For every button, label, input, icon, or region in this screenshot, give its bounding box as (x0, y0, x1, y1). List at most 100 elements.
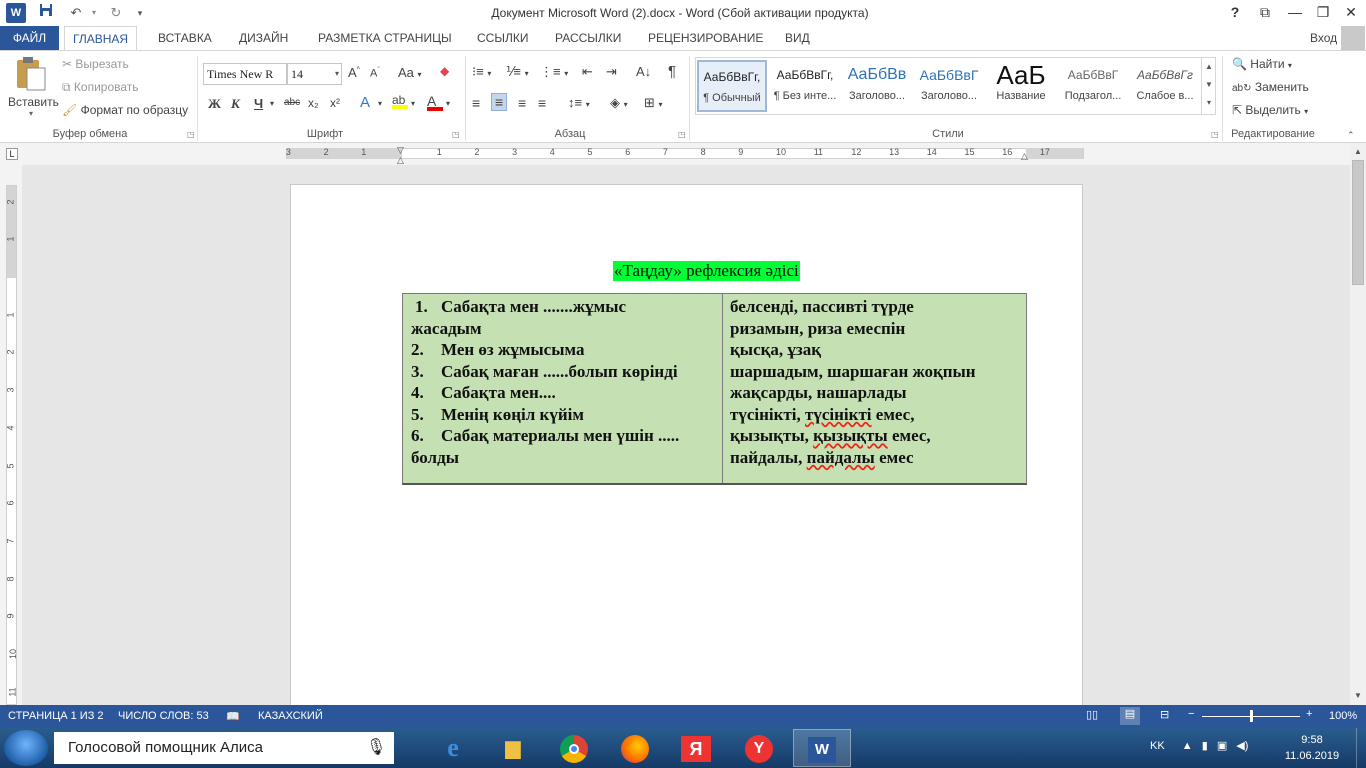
styles-scroll[interactable]: ▲ ▼ ▾ (1201, 58, 1216, 114)
paste-button[interactable]: Вставить ▾ (8, 56, 59, 118)
chrome-icon[interactable] (545, 729, 603, 767)
replace-button[interactable]: ab↻ Заменить (1232, 80, 1309, 94)
vertical-ruler[interactable]: 2 1 1 2 3 4 5 6 7 8 9 10 11 (0, 165, 22, 705)
show-marks-button[interactable]: ¶ (668, 63, 676, 80)
volume-icon[interactable]: ◀) (1236, 740, 1248, 752)
start-button[interactable] (4, 730, 48, 766)
spelling-error[interactable]: қызықты (813, 426, 888, 445)
bullets-icon[interactable]: ⁝≡ ▾ (472, 64, 491, 80)
style-title[interactable]: АаБ Название (986, 60, 1056, 112)
zoom-level[interactable]: 100% (1329, 710, 1357, 722)
borders-icon[interactable]: ⊞ ▾ (644, 95, 663, 111)
word-count[interactable]: ЧИСЛО СЛОВ: 53 (118, 710, 209, 722)
format-painter-button[interactable]: 🖌 Формат по образцу (62, 103, 188, 117)
tab-file[interactable]: ФАЙЛ (0, 26, 59, 50)
align-center-icon[interactable]: ≡ (491, 93, 508, 111)
internet-explorer-icon[interactable]: e (424, 729, 482, 767)
yandex-icon[interactable]: Я (667, 729, 725, 767)
styles-dialog-launcher-icon[interactable]: ◳ (1211, 130, 1219, 139)
document-heading[interactable]: «Таңдау» рефлексия әдісі (613, 261, 800, 281)
signin-link[interactable]: Вход (1302, 26, 1345, 50)
select-button[interactable]: ⇱ Выделить ▾ (1232, 103, 1308, 117)
style-normal[interactable]: АаБбВвГг, ¶ Обычный (697, 60, 767, 112)
tray-expand-icon[interactable]: ▲ (1182, 740, 1193, 752)
highlight-dropdown-icon[interactable]: ▾ (411, 99, 415, 108)
device-icon[interactable]: ▣ (1217, 740, 1227, 752)
proofing-icon[interactable]: 📖 (226, 710, 240, 723)
customize-icon[interactable]: ▾ (130, 3, 150, 23)
underline-dropdown-icon[interactable]: ▾ (270, 99, 274, 108)
tab-review[interactable]: РЕЦЕНЗИРОВАНИЕ (640, 26, 771, 50)
strikethrough-button[interactable]: abc (284, 97, 300, 108)
alice-search-box[interactable]: Голосовой помощник Алиса 🎙 (54, 732, 394, 764)
avatar[interactable] (1341, 26, 1365, 50)
font-family-select[interactable]: Times New R (203, 63, 287, 85)
table-cell-right[interactable]: белсенді, пассивті түрде ризамын, риза ем… (723, 294, 1028, 483)
help-button[interactable]: ? (1218, 0, 1252, 26)
tab-home[interactable]: ГЛАВНАЯ (64, 26, 138, 50)
cut-button[interactable]: ✂ Вырезать (62, 57, 129, 71)
increase-indent-icon[interactable]: ⇥ (606, 64, 617, 80)
undo-dropdown-icon[interactable]: ▾ (84, 3, 104, 23)
tab-selector-icon[interactable]: L (6, 148, 18, 160)
read-mode-icon[interactable]: ▯▯ (1086, 708, 1098, 721)
redo-icon[interactable]: ↻ (106, 3, 126, 23)
spelling-error[interactable]: пайдалы (807, 448, 875, 467)
font-color-icon[interactable]: A (427, 93, 443, 113)
word-taskbar-icon[interactable]: W (793, 729, 851, 767)
numbering-icon[interactable]: ⅟≡ ▾ (506, 64, 529, 80)
font-color-dropdown-icon[interactable]: ▾ (446, 99, 450, 108)
undo-icon[interactable]: ↶ (66, 3, 86, 23)
tab-layout[interactable]: РАЗМЕТКА СТРАНИЦЫ (310, 26, 460, 50)
tab-references[interactable]: ССЫЛКИ (469, 26, 536, 50)
vertical-scrollbar[interactable]: ▲ ▼ (1350, 143, 1366, 705)
align-left-icon[interactable]: ≡ (472, 95, 480, 111)
text-effects-icon[interactable]: A (360, 94, 370, 111)
sort-icon[interactable]: A↓ (636, 64, 651, 79)
font-dialog-launcher-icon[interactable]: ◳ (452, 130, 460, 139)
paragraph-dialog-launcher-icon[interactable]: ◳ (678, 130, 686, 139)
dialog-launcher-icon[interactable]: ◳ (187, 130, 195, 139)
style-heading-1[interactable]: АаБбВв Заголово... (842, 60, 912, 112)
zoom-out-icon[interactable]: − (1188, 708, 1194, 720)
microphone-icon[interactable]: 🎙 (366, 732, 386, 764)
page[interactable]: «Таңдау» рефлексия әдісі 1. Сабақта мен .… (290, 184, 1083, 705)
scroll-down-icon[interactable]: ▼ (1350, 689, 1366, 703)
tab-insert[interactable]: ВСТАВКА (150, 26, 220, 50)
page-count[interactable]: СТРАНИЦА 1 ИЗ 2 (8, 710, 104, 722)
clear-formatting-icon[interactable]: ◆ (440, 64, 449, 78)
zoom-in-icon[interactable]: + (1306, 708, 1312, 720)
ribbon-display-button[interactable]: ⧉ (1248, 0, 1282, 26)
font-size-select[interactable]: 14 ▾ (287, 63, 342, 85)
zoom-slider-thumb[interactable] (1250, 710, 1253, 722)
justify-icon[interactable]: ≡ (538, 95, 546, 111)
network-icon[interactable]: ▮ (1202, 740, 1208, 752)
scroll-up-icon[interactable]: ▲ (1350, 145, 1366, 159)
style-no-spacing[interactable]: АаБбВвГг, ¶ Без инте... (770, 60, 840, 112)
yandex-browser-icon[interactable]: Y (730, 729, 788, 767)
style-subtle-emphasis[interactable]: АаБбВвГг Слабое в... (1130, 60, 1200, 112)
bold-button[interactable]: Ж (208, 96, 221, 112)
tab-mailings[interactable]: РАССЫЛКИ (547, 26, 629, 50)
file-explorer-icon[interactable]: ▆ (484, 729, 542, 767)
print-layout-icon[interactable]: ▤ (1120, 707, 1140, 725)
clock[interactable]: 9:58 11.06.2019 (1272, 732, 1352, 764)
right-indent-marker[interactable]: △ (1021, 151, 1028, 162)
superscript-button[interactable]: x² (330, 96, 340, 110)
style-subtitle[interactable]: АаБбВвГ Подзагол... (1058, 60, 1128, 112)
shading-icon[interactable]: ◈ ▾ (610, 95, 628, 111)
grow-font-button[interactable]: A^ (348, 65, 360, 80)
subscript-button[interactable]: x₂ (308, 96, 319, 110)
horizontal-ruler[interactable]: L 3 2 1 1 2 3 4 5 6 7 8 9 10 11 12 13 14 15 16 17 ▽ △ △ (0, 143, 1350, 165)
multilevel-list-icon[interactable]: ⋮≡ ▾ (540, 64, 568, 80)
style-heading-2[interactable]: АаБбВвГ Заголово... (914, 60, 984, 112)
align-right-icon[interactable]: ≡ (518, 95, 526, 111)
close-button[interactable]: ✕ (1334, 0, 1366, 26)
decrease-indent-icon[interactable]: ⇤ (582, 64, 593, 80)
scroll-thumb[interactable] (1352, 160, 1364, 285)
find-button[interactable]: 🔍 Найти ▾ (1232, 57, 1292, 71)
show-desktop-button[interactable] (1356, 728, 1366, 768)
text-effects-dropdown-icon[interactable]: ▾ (378, 99, 382, 108)
web-layout-icon[interactable]: ⊟ (1160, 708, 1169, 721)
italic-button[interactable]: К (231, 96, 240, 112)
